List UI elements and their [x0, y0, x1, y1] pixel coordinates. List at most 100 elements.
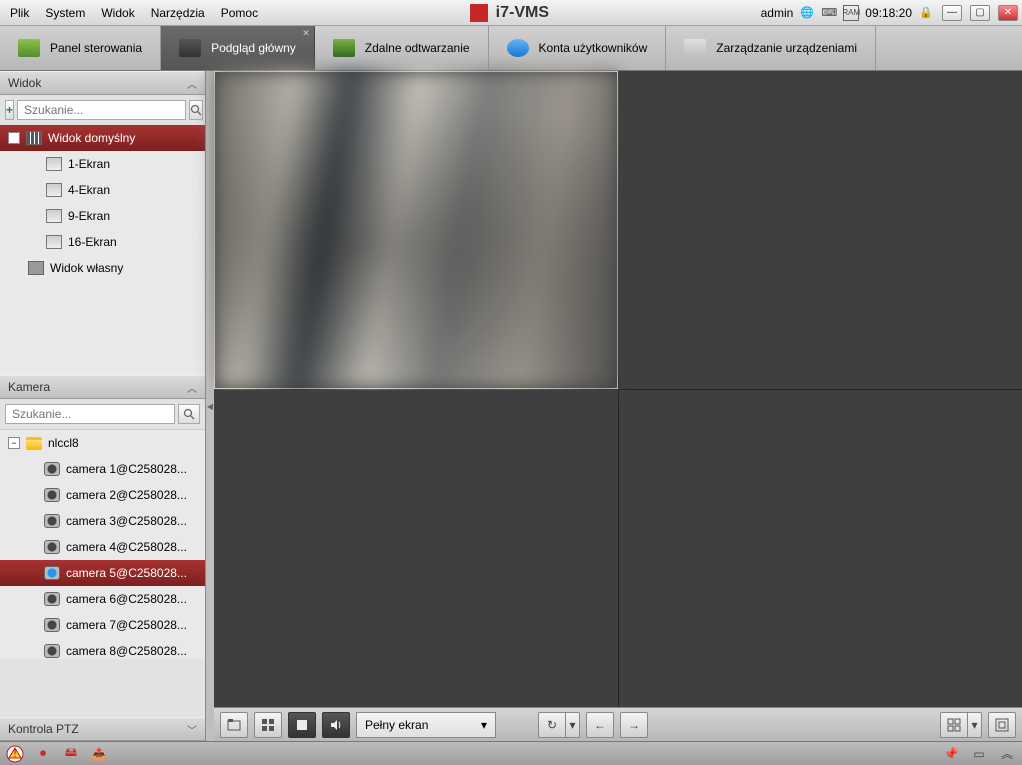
screen-icon — [46, 209, 62, 223]
sidebar-splitter[interactable] — [206, 71, 214, 741]
refresh-dropdown[interactable]: ▾ — [566, 712, 580, 738]
alert-icon[interactable]: ! — [6, 745, 24, 763]
viewer: Pełny ekran ▾ ↻ ▾ ← → ▾ — [214, 71, 1022, 741]
camera-label: camera 5@C258028... — [66, 566, 187, 580]
search-icon — [190, 104, 202, 116]
collapse-icon[interactable]: − — [8, 437, 20, 449]
tab-label: Zarządzanie urządzeniami — [716, 41, 857, 55]
tab-remote-playback[interactable]: Zdalne odtwarzanie — [315, 26, 489, 70]
tree-screen-16[interactable]: 16-Ekran — [0, 229, 205, 255]
fullscreen-button[interactable] — [988, 712, 1016, 738]
tab-control-panel[interactable]: Panel sterowania — [0, 26, 161, 70]
storage-icon[interactable]: 🖴 — [62, 745, 80, 763]
video-cell-2[interactable] — [619, 71, 1022, 389]
record-icon[interactable]: ⏺ — [34, 745, 52, 763]
view-search-button[interactable] — [189, 100, 203, 120]
tab-main-preview[interactable]: Podgląd główny ✕ — [161, 26, 315, 70]
menu-help[interactable]: Pomoc — [221, 6, 258, 20]
camera-item[interactable]: camera 3@C258028... — [0, 508, 205, 534]
video-cell-3[interactable] — [214, 390, 618, 708]
window-icon[interactable]: ▭ — [970, 745, 988, 763]
menu-file[interactable]: Plik — [10, 6, 29, 20]
tab-close-icon[interactable]: ✕ — [302, 28, 310, 39]
export-icon[interactable]: 📤 — [90, 745, 108, 763]
video-cell-4[interactable] — [619, 390, 1022, 708]
tab-label: Konta użytkowników — [539, 41, 648, 55]
panel-header-camera[interactable]: Kamera ︿ — [0, 375, 205, 399]
menubar: Plik System Widok Narzędzia Pomoc — [4, 6, 258, 20]
view-search-row: + — [0, 95, 205, 125]
grid-layout-dropdown[interactable]: ▾ — [968, 712, 982, 738]
camera-item[interactable]: camera 5@C258028... — [0, 560, 205, 586]
expand-icon[interactable]: ︽ — [998, 745, 1016, 763]
screen-icon — [46, 157, 62, 171]
fullscreen-select[interactable]: Pełny ekran ▾ — [356, 712, 496, 738]
window-minimize-button[interactable]: — — [942, 5, 962, 21]
menu-system[interactable]: System — [45, 6, 85, 20]
tab-user-accounts[interactable]: Konta użytkowników — [489, 26, 667, 70]
menu-tools[interactable]: Narzędzia — [151, 6, 205, 20]
titlebar: Plik System Widok Narzędzia Pomoc i7-VMS… — [0, 0, 1022, 26]
window-close-button[interactable]: ✕ — [998, 5, 1018, 21]
audio-button[interactable] — [322, 712, 350, 738]
select-label: Pełny ekran — [365, 718, 428, 732]
tree-label: 1-Ekran — [68, 157, 110, 171]
chevron-up-icon[interactable]: ︿ — [187, 380, 197, 395]
view-tree: − Widok domyślny 1-Ekran 4-Ekran 9-Ekran… — [0, 125, 205, 375]
folder-icon — [26, 437, 42, 450]
camera-item[interactable]: camera 1@C258028... — [0, 456, 205, 482]
ram-icon[interactable]: RAM — [843, 5, 859, 21]
camera-tree[interactable]: − nlccl8 camera 1@C258028... camera 2@C25… — [0, 429, 205, 659]
pin-icon[interactable]: 📌 — [942, 745, 960, 763]
video-cell-1[interactable] — [214, 71, 618, 389]
lock-icon[interactable]: 🔒 — [918, 5, 934, 21]
camera-label: camera 4@C258028... — [66, 540, 187, 554]
tree-default-view[interactable]: − Widok domyślny — [0, 125, 205, 151]
nav-forward-button[interactable]: → — [620, 712, 648, 738]
camera-search-button[interactable] — [178, 404, 200, 424]
camera-item[interactable]: camera 4@C258028... — [0, 534, 205, 560]
app-title: i7-VMS — [496, 4, 549, 22]
panel-header-view[interactable]: Widok ︿ — [0, 71, 205, 95]
layout-button[interactable] — [254, 712, 282, 738]
camera-item[interactable]: camera 8@C258028... — [0, 638, 205, 659]
snapshot-button[interactable] — [220, 712, 248, 738]
keyboard-icon[interactable]: ⌨ — [821, 5, 837, 21]
globe-icon[interactable]: 🌐 — [799, 5, 815, 21]
tree-custom-view[interactable]: Widok własny — [0, 255, 205, 281]
tree-label: Widok domyślny — [48, 131, 135, 145]
add-view-button[interactable]: + — [5, 100, 14, 120]
chevron-up-icon[interactable]: ︿ — [187, 76, 197, 91]
statusbar: ! ⏺ 🖴 📤 📌 ▭ ︽ — [0, 741, 1022, 765]
grid-layout-split[interactable]: ▾ — [940, 712, 982, 738]
grid-layout-button[interactable] — [940, 712, 968, 738]
refresh-split-button[interactable]: ↻ ▾ — [538, 712, 580, 738]
nav-back-button[interactable]: ← — [586, 712, 614, 738]
camera-label: camera 3@C258028... — [66, 514, 187, 528]
panel-title: Kamera — [8, 380, 50, 394]
camera-group[interactable]: − nlccl8 — [0, 430, 205, 456]
camera-icon — [179, 39, 201, 57]
custom-view-icon — [28, 261, 44, 275]
group-label: nlccl8 — [48, 436, 79, 450]
app-logo-icon — [470, 4, 488, 22]
collapse-icon[interactable]: − — [8, 132, 20, 144]
tab-device-management[interactable]: Zarządzanie urządzeniami — [666, 26, 876, 70]
chevron-down-icon[interactable]: ﹀ — [187, 722, 197, 737]
panel-header-ptz[interactable]: Kontrola PTZ ﹀ — [0, 717, 205, 741]
tree-screen-1[interactable]: 1-Ekran — [0, 151, 205, 177]
svg-text:!: ! — [13, 746, 16, 760]
camera-item[interactable]: camera 7@C258028... — [0, 612, 205, 638]
view-search-input[interactable] — [17, 100, 186, 120]
window-maximize-button[interactable]: ▢ — [970, 5, 990, 21]
menu-view[interactable]: Widok — [101, 6, 134, 20]
camera-search-input[interactable] — [5, 404, 175, 424]
video-stream — [214, 71, 618, 389]
refresh-button[interactable]: ↻ — [538, 712, 566, 738]
camera-item[interactable]: camera 6@C258028... — [0, 586, 205, 612]
tree-screen-9[interactable]: 9-Ekran — [0, 203, 205, 229]
stop-button[interactable] — [288, 712, 316, 738]
camera-item[interactable]: camera 2@C258028... — [0, 482, 205, 508]
camera-label: camera 1@C258028... — [66, 462, 187, 476]
tree-screen-4[interactable]: 4-Ekran — [0, 177, 205, 203]
